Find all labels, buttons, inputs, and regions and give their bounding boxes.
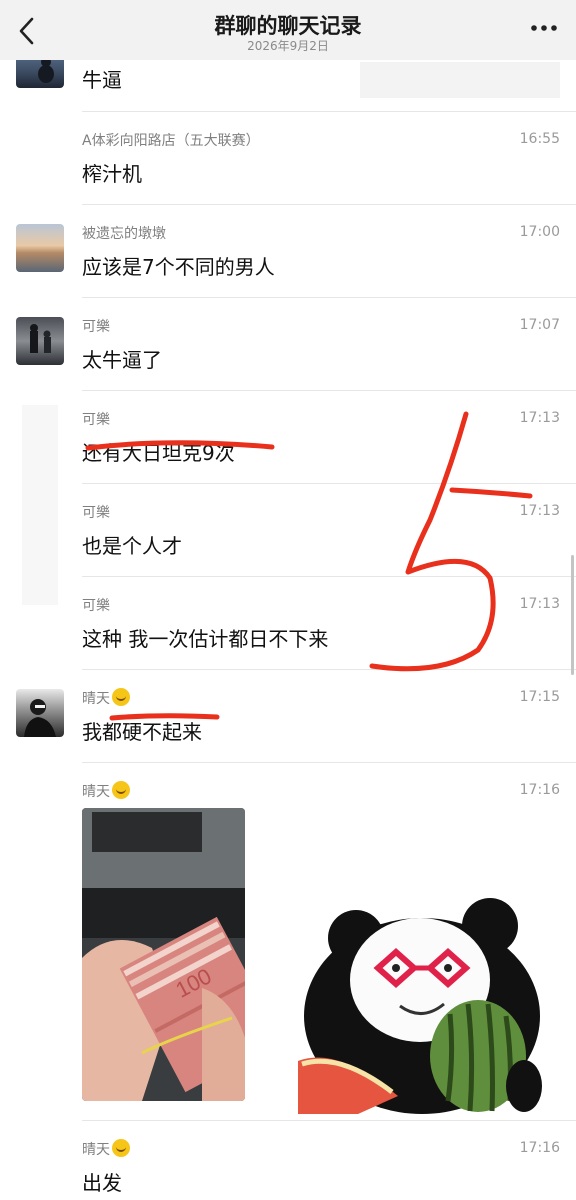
list-item[interactable]: 晴天 17:15 我都硬不起来 [0,670,576,763]
message-time: 17:15 [519,689,560,705]
image-panda-sticker[interactable] [298,896,542,1114]
sender-name: 晴天 [82,781,130,801]
sender-name: 被遗忘的墩墩 [82,226,166,242]
avatar[interactable] [16,317,64,365]
sender-name: A体彩向阳路店（五大联赛） [82,133,260,149]
message-time: 17:16 [519,782,560,798]
message-time: 17:13 [519,503,560,519]
more-dots-icon[interactable] [530,20,558,36]
message-text: 还有大日坦克9次 [82,441,235,465]
message-time: 17:13 [519,596,560,612]
message-text: 牛逼 [82,68,122,92]
image-cash-photo[interactable]: 100 [82,808,245,1101]
list-item[interactable]: A体彩向阳路店（五大联赛） 16:55 榨汁机 [0,112,576,205]
sender-name: 晴天 [82,688,130,708]
top-bar: 群聊的聊天记录 2026年9月2日 [0,0,576,60]
list-item[interactable]: 可樂 17:07 太牛逼了 [0,298,576,391]
avatar[interactable] [16,689,64,737]
avatar[interactable] [16,60,64,88]
message-text: 应该是7个不同的男人 [82,255,275,279]
page-title: 群聊的聊天记录 [214,14,362,38]
avatar[interactable] [16,224,64,272]
message-time: 16:55 [519,131,560,147]
blur-patch [22,405,58,605]
list-item[interactable]: 可樂 17:13 这种 我一次估计都日不下来 [0,577,576,670]
message-time: 17:07 [519,317,560,333]
sender-name: 可樂 [82,505,110,521]
sender-name: 可樂 [82,319,110,335]
list-item[interactable]: 可樂 17:13 还有大日坦克9次 [0,391,576,484]
page-date: 2026年9月2日 [247,39,329,53]
message-text: 这种 我一次估计都日不下来 [82,627,329,651]
message-time: 17:13 [519,410,560,426]
message-text: 太牛逼了 [82,348,162,372]
blur-patch [360,62,560,98]
smile-emoji-icon [112,688,130,706]
list-item[interactable]: 可樂 17:13 也是个人才 [0,484,576,577]
smile-emoji-icon [112,1139,130,1157]
sender-name: 晴天 [82,1139,130,1159]
message-time: 17:16 [519,1140,560,1156]
smile-emoji-icon [112,781,130,799]
scrollbar[interactable] [571,555,574,675]
sender-name: 可樂 [82,412,110,428]
list-item[interactable]: 被遗忘的墩墩 17:00 应该是7个不同的男人 [0,205,576,298]
message-text: 榨汁机 [82,162,142,186]
list-item[interactable]: 晴天 17:16 出发 [0,1121,576,1200]
sender-name: 可樂 [82,598,110,614]
message-text: 出发 [82,1171,122,1195]
message-text: 我都硬不起来 [82,720,202,744]
message-time: 17:00 [519,224,560,240]
message-text: 也是个人才 [82,534,182,558]
